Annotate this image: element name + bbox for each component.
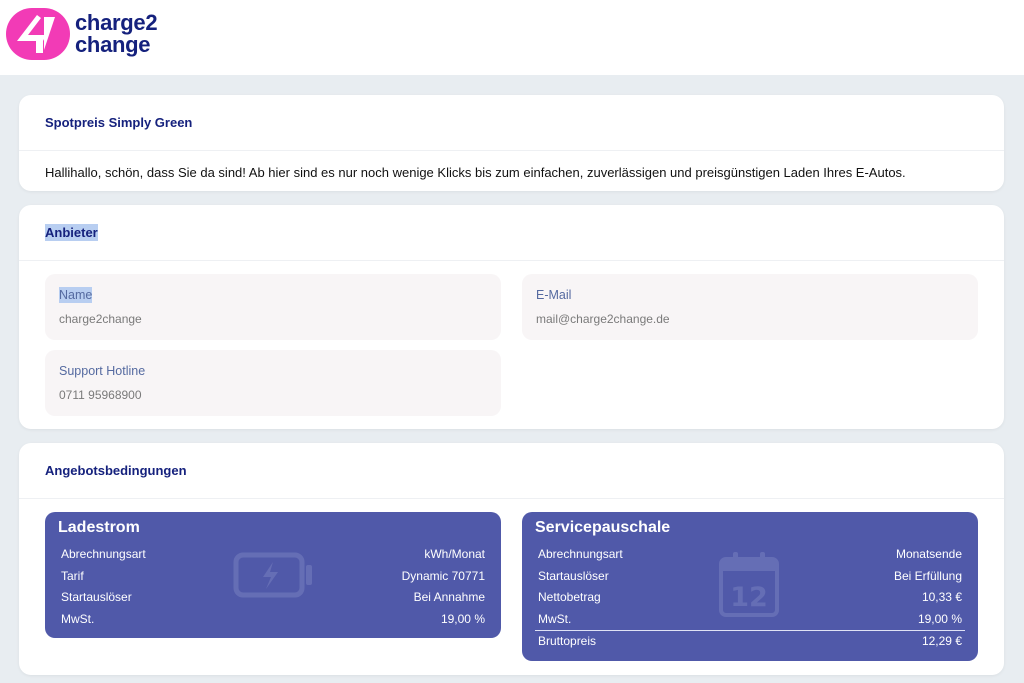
ladestrom-row: Abrechnungsart kWh/Monat: [45, 544, 501, 566]
row-label: Bruttopreis: [538, 634, 597, 648]
support-hotline-label: Support Hotline: [59, 364, 146, 378]
brand-wordmark: charge2 change: [75, 10, 158, 57]
brand-line-1: charge2: [75, 10, 158, 35]
row-value: 12,29 €: [921, 634, 962, 648]
bruttopreis-row: Bruttopreis 12,29 €: [535, 630, 965, 652]
row-label: MwSt.: [61, 611, 95, 626]
row-label: Startauslöser: [61, 590, 132, 604]
support-hotline-value: 0711 95968900: [59, 388, 142, 402]
ladestrom-row: Tarif Dynamic 70771: [45, 566, 501, 588]
row-label: Tarif: [61, 568, 84, 583]
top-bar: charge2 change: [0, 0, 1024, 75]
row-value: Dynamic 70771: [401, 568, 485, 583]
row-label: Startauslöser: [538, 568, 609, 583]
charge2change-logo-icon: [6, 8, 70, 60]
servicepauschale-row: Startauslöser Bei Erfüllung: [522, 566, 978, 588]
brand-line-2: change: [75, 32, 151, 57]
name-label-text: Name: [59, 287, 93, 303]
brand-logo[interactable]: charge2 change: [6, 8, 158, 60]
ladestrom-offer-panel: Ladestrom Abrechnungsart kWh/Monat Tarif…: [45, 512, 501, 638]
intro-card: Spotpreis Simply Green Hallihallo, schön…: [19, 95, 1004, 191]
support-hotline-field[interactable]: Support Hotline 0711 95968900: [45, 350, 501, 416]
intro-card-title: Spotpreis Simply Green: [19, 95, 1004, 151]
name-field-label: Name: [59, 287, 487, 303]
conditions-card-title: Angebotsbedingungen: [19, 443, 1004, 499]
row-value: 19,00 %: [440, 611, 485, 626]
provider-card: Anbieter Name charge2change E-Mail mail@…: [19, 205, 1004, 429]
servicepauschale-row: MwSt. 19,00 %: [522, 609, 978, 631]
row-value: Bei Annahme: [413, 590, 485, 604]
row-value: Bei Erfüllung: [893, 568, 962, 583]
name-field[interactable]: Name charge2change: [45, 274, 501, 340]
row-value: Monatsende: [895, 547, 962, 561]
servicepauschale-offer-panel: 12 Servicepauschale Abrechnungsart Monat…: [522, 512, 978, 661]
row-value: kWh/Monat: [424, 547, 485, 561]
email-field-value: mail@charge2change.de: [536, 312, 670, 326]
ladestrom-title: Ladestrom: [58, 519, 140, 536]
conditions-card: Angebotsbedingungen Ladestrom Abrechnung…: [19, 443, 1004, 675]
row-label: MwSt.: [538, 611, 572, 626]
email-field-label: E-Mail: [536, 288, 572, 302]
servicepauschale-title: Servicepauschale: [535, 519, 671, 536]
row-value: 10,33 €: [921, 590, 962, 604]
row-label: Abrechnungsart: [538, 547, 623, 561]
row-value: 19,00 %: [917, 611, 962, 626]
provider-card-header: Anbieter: [19, 205, 1004, 261]
name-field-value: charge2change: [59, 312, 142, 326]
servicepauschale-row: Abrechnungsart Monatsende: [522, 544, 978, 566]
intro-text: Hallihallo, schön, dass Sie da sind! Ab …: [45, 165, 906, 180]
ladestrom-row: Startauslöser Bei Annahme: [45, 587, 501, 609]
row-label: Abrechnungsart: [61, 547, 146, 561]
email-field[interactable]: E-Mail mail@charge2change.de: [522, 274, 978, 340]
provider-card-title: Anbieter: [45, 224, 98, 241]
servicepauschale-row: Nettobetrag 10,33 €: [522, 587, 978, 609]
row-label: Nettobetrag: [538, 590, 601, 604]
ladestrom-row: MwSt. 19,00 %: [45, 609, 501, 631]
